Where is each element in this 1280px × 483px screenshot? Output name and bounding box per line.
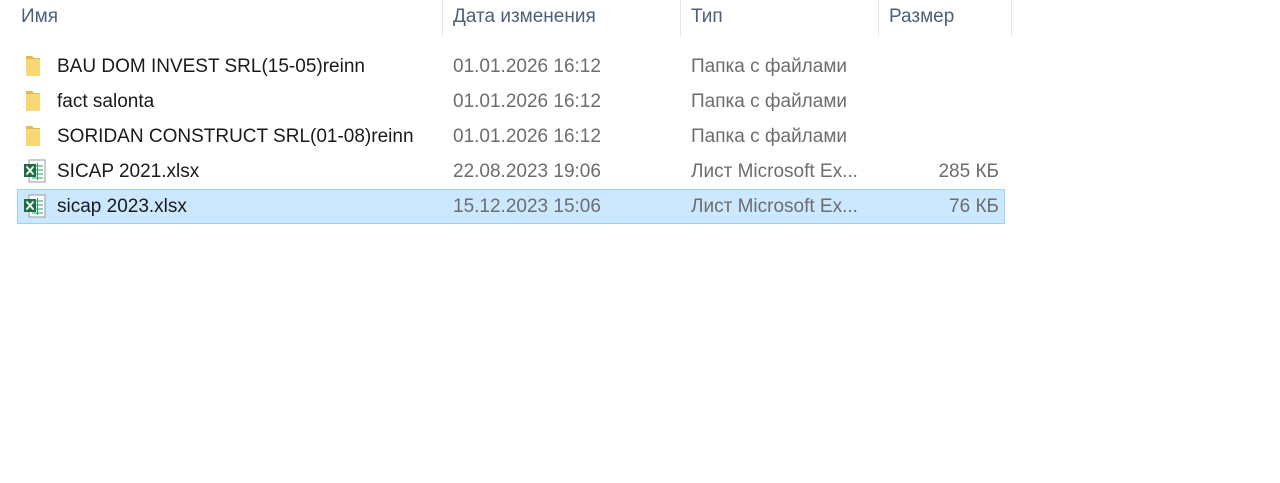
file-row[interactable]: fact salonta 01.01.2026 16:12 Папка с фа… xyxy=(17,84,1005,119)
file-date: 01.01.2026 16:12 xyxy=(453,126,601,147)
file-row-selected[interactable]: sicap 2023.xlsx 15.12.2023 15:06 Лист Mi… xyxy=(17,189,1005,224)
file-type: Лист Microsoft Ex... xyxy=(691,161,858,182)
column-header-name[interactable]: Имя xyxy=(0,0,443,36)
folder-icon xyxy=(23,84,47,119)
file-name: fact salonta xyxy=(57,91,155,112)
file-name: SORIDAN CONSTRUCT SRL(01-08)reinn xyxy=(57,126,414,147)
excel-file-icon xyxy=(23,154,47,189)
column-divider[interactable] xyxy=(1011,0,1012,36)
column-header-type-label: Тип xyxy=(691,6,723,27)
file-type: Лист Microsoft Ex... xyxy=(691,196,858,217)
column-header-size[interactable]: Размер xyxy=(879,0,1012,36)
file-name: BAU DOM INVEST SRL(15-05)reinn xyxy=(57,56,365,77)
file-type: Папка с файлами xyxy=(691,91,848,112)
column-header-size-label: Размер xyxy=(889,6,955,27)
file-date: 01.01.2026 16:12 xyxy=(453,56,601,77)
file-rows: BAU DOM INVEST SRL(15-05)reinn 01.01.202… xyxy=(17,49,1005,224)
file-type: Папка с файлами xyxy=(691,56,848,77)
file-size: 76 КБ xyxy=(949,196,999,217)
file-type: Папка с файлами xyxy=(691,126,848,147)
file-row[interactable]: BAU DOM INVEST SRL(15-05)reinn 01.01.202… xyxy=(17,49,1005,84)
file-date: 22.08.2023 19:06 xyxy=(453,161,601,182)
file-row[interactable]: SORIDAN CONSTRUCT SRL(01-08)reinn 01.01.… xyxy=(17,119,1005,154)
folder-icon xyxy=(23,49,47,84)
file-date: 01.01.2026 16:12 xyxy=(453,91,601,112)
column-header-bar: Имя Дата изменения Тип Размер xyxy=(0,0,1012,36)
column-header-date[interactable]: Дата изменения xyxy=(443,0,681,36)
file-list-view: Имя Дата изменения Тип Размер BAU DOM IN… xyxy=(0,0,1280,483)
file-name: sicap 2023.xlsx xyxy=(57,196,187,217)
column-header-date-label: Дата изменения xyxy=(453,6,596,27)
file-name: SICAP 2021.xlsx xyxy=(57,161,200,182)
folder-icon xyxy=(23,119,47,154)
file-date: 15.12.2023 15:06 xyxy=(453,196,601,217)
file-row[interactable]: SICAP 2021.xlsx 22.08.2023 19:06 Лист Mi… xyxy=(17,154,1005,189)
excel-file-icon xyxy=(23,189,47,224)
column-header-type[interactable]: Тип xyxy=(681,0,879,36)
file-size: 285 КБ xyxy=(938,161,999,182)
column-header-name-label: Имя xyxy=(21,6,59,27)
